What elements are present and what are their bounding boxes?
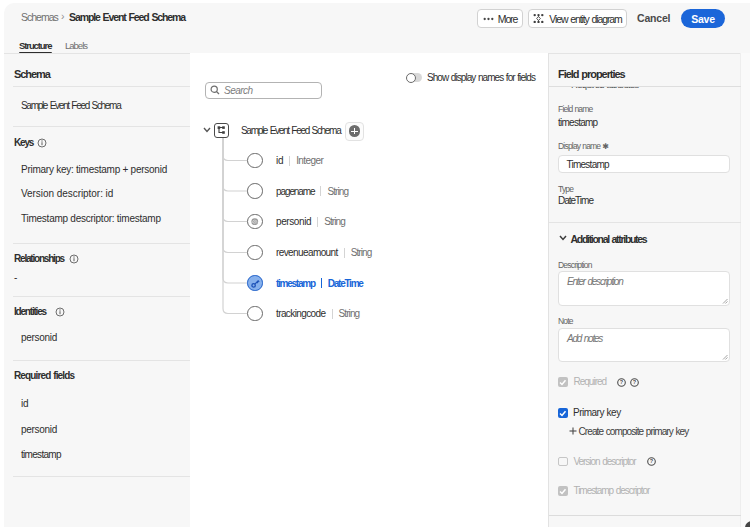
svg-text:?: ? — [620, 379, 624, 385]
svg-text:?: ? — [650, 458, 654, 464]
svg-text:?: ? — [633, 379, 637, 385]
